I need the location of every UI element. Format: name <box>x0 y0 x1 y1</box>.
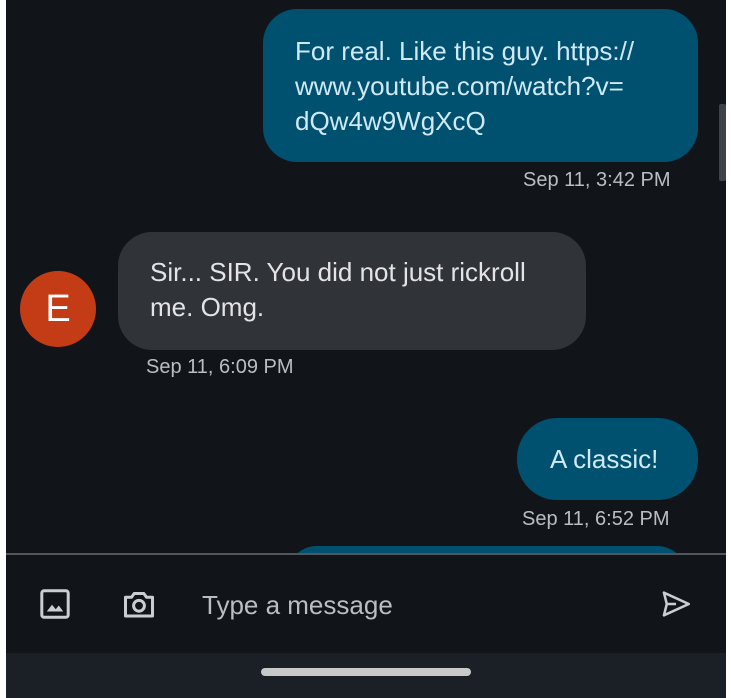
message-line: dQw4w9WgXcQ <box>295 106 486 136</box>
message-timestamp: Sep 11, 6:52 PM <box>522 508 670 530</box>
message-timestamp: Sep 11, 6:09 PM <box>146 356 294 378</box>
message-bubble-outgoing[interactable]: A classic! <box>517 418 698 500</box>
camera-icon[interactable] <box>120 586 156 622</box>
message-input[interactable] <box>202 585 622 625</box>
scrollbar-thumb[interactable] <box>719 104 726 181</box>
send-icon[interactable] <box>658 587 694 623</box>
messages-screen: For real. Like this guy. https:// www.yo… <box>6 0 726 698</box>
contact-avatar[interactable]: E <box>20 271 96 347</box>
message-line: me. Omg. <box>150 292 265 322</box>
system-navigation-bar <box>6 653 726 698</box>
message-timestamp: Sep 11, 3:42 PM <box>523 169 671 191</box>
message-line: www.youtube.com/watch?v= <box>295 71 624 101</box>
message-bubble-incoming[interactable]: Sir... SIR. You did not just rickroll me… <box>118 232 586 350</box>
message-bubble-outgoing-partial[interactable] <box>287 546 687 553</box>
message-line: For real. Like this guy. https:// <box>295 36 635 66</box>
gesture-handle[interactable] <box>261 668 471 676</box>
message-line: A classic! <box>550 444 659 474</box>
image-icon[interactable] <box>37 586 73 622</box>
message-bubble-outgoing[interactable]: For real. Like this guy. https:// www.yo… <box>263 9 698 162</box>
message-line: Sir... SIR. You did not just rickroll <box>150 257 526 287</box>
compose-bar <box>6 555 726 653</box>
conversation-list[interactable]: For real. Like this guy. https:// www.yo… <box>6 0 726 553</box>
